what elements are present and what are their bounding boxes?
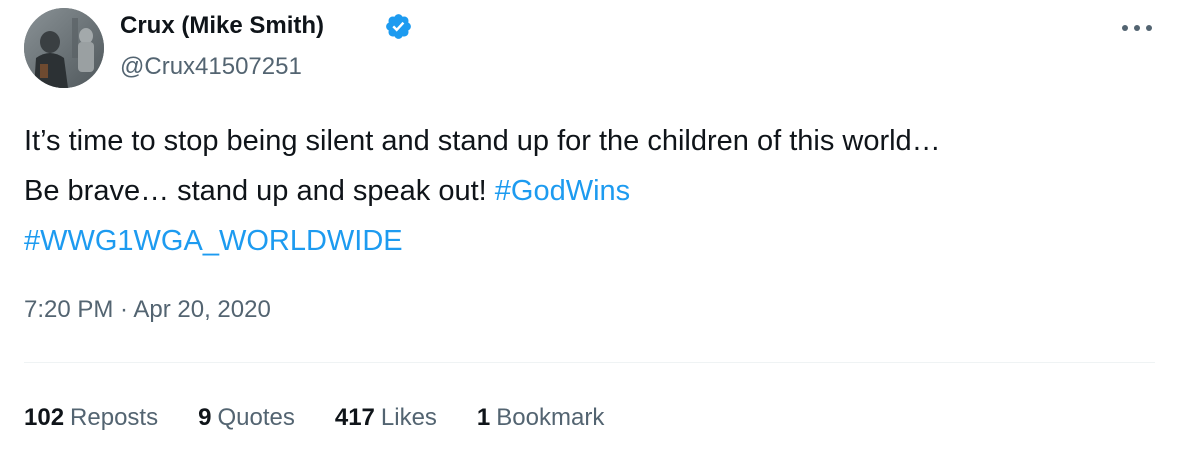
bookmarks-label: Bookmark bbox=[496, 404, 605, 431]
tweet-text-line-2-text: Be brave… stand up and speak out! bbox=[24, 175, 495, 207]
tweet-text-line-3: #WWG1WGA_WORLDWIDE bbox=[24, 216, 1154, 266]
likes-label: Likes bbox=[380, 404, 437, 431]
quotes-stat[interactable]: 9 Quotes bbox=[198, 404, 295, 432]
bookmarks-count: 1 bbox=[476, 404, 491, 431]
verified-badge-icon bbox=[386, 14, 411, 39]
tweet-text-line-2: Be brave… stand up and speak out! #GodWi… bbox=[24, 166, 1154, 216]
tweet-text: It’s time to stop being silent and stand… bbox=[24, 116, 1154, 266]
reposts-stat[interactable]: 102 Reposts bbox=[24, 404, 158, 432]
likes-count: 417 bbox=[334, 404, 375, 431]
quotes-count: 9 bbox=[198, 404, 212, 431]
divider bbox=[24, 362, 1155, 363]
engagement-stats: 102 Reposts 9 Quotes 417 Likes 1 Bookmark bbox=[24, 398, 644, 438]
tweet-text-line-1: It’s time to stop being silent and stand… bbox=[24, 125, 941, 157]
tweet-card: Crux (Mike Smith) @Crux41507251 It’s tim… bbox=[0, 0, 1178, 464]
likes-stat[interactable]: 417 Likes bbox=[335, 404, 437, 432]
quotes-label: Quotes bbox=[217, 404, 295, 431]
reposts-count: 102 bbox=[24, 404, 65, 431]
bookmarks-stat[interactable]: 1 Bookmark bbox=[477, 404, 604, 432]
display-name[interactable]: Crux (Mike Smith) bbox=[120, 10, 324, 42]
reposts-label: Reposts bbox=[70, 404, 159, 431]
more-options-icon[interactable] bbox=[1120, 20, 1154, 36]
hashtag-link-godwins[interactable]: #GodWins bbox=[495, 175, 630, 207]
user-handle[interactable]: @Crux41507251 bbox=[120, 51, 302, 83]
hashtag-link-wwg1wga[interactable]: #WWG1WGA_WORLDWIDE bbox=[24, 225, 403, 257]
avatar[interactable] bbox=[24, 8, 104, 88]
tweet-timestamp[interactable]: 7:20 PM · Apr 20, 2020 bbox=[24, 292, 271, 328]
